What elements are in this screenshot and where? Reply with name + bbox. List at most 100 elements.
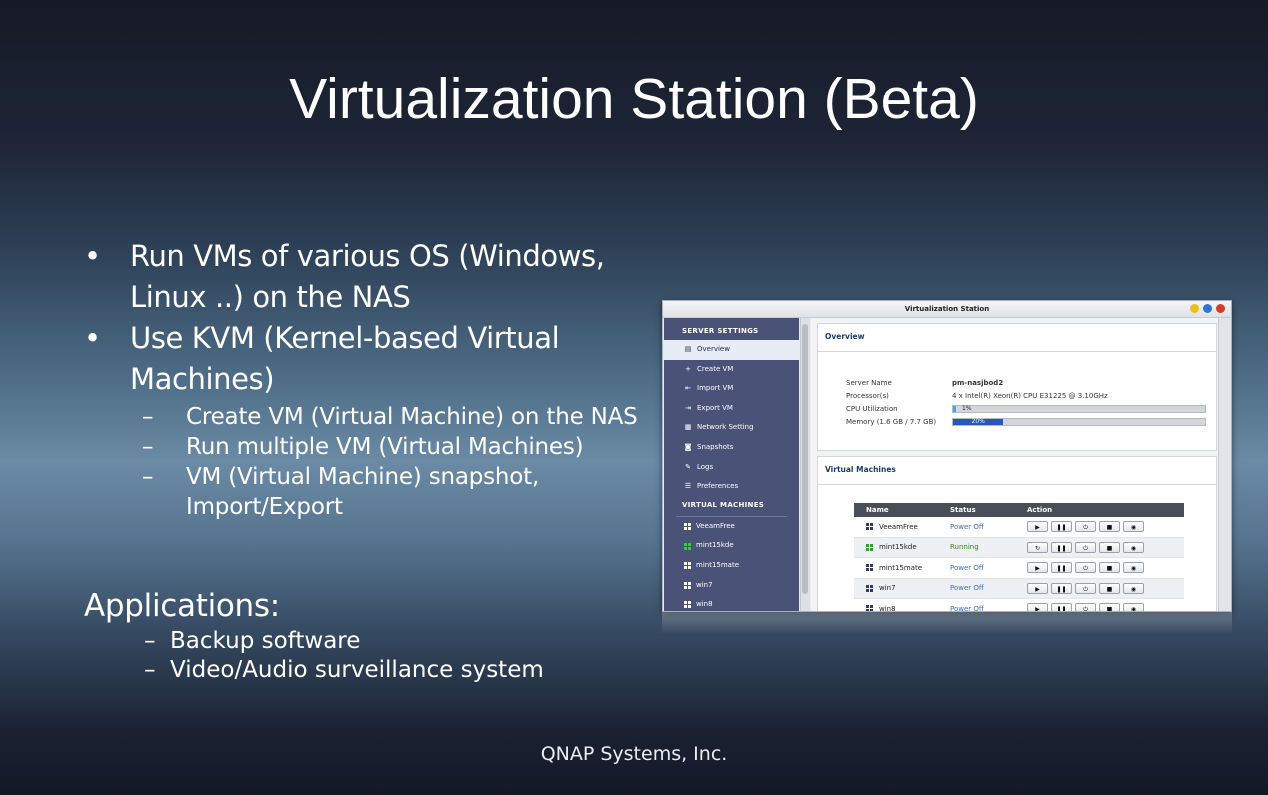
- vm-table-header: Name Status Action: [854, 503, 1184, 517]
- vm-windows-icon: [866, 605, 873, 611]
- vm-name-cell: mint15mate: [854, 564, 950, 572]
- sidebar-vm-label: win8: [696, 600, 713, 609]
- plus-icon: +: [685, 364, 691, 373]
- sidebar-item-overview[interactable]: ▤ Overview: [664, 340, 799, 360]
- sidebar-item-label: Snapshots: [697, 442, 734, 451]
- vm-windows-icon: [684, 601, 691, 609]
- window-titlebar: Virtualization Station: [663, 301, 1231, 318]
- start-icon[interactable]: ▶: [1027, 603, 1048, 611]
- pause-icon[interactable]: ❚❚: [1051, 603, 1072, 611]
- bullet-dot: •: [84, 321, 101, 355]
- pause-icon[interactable]: ❚❚: [1051, 562, 1072, 574]
- console-icon[interactable]: ◉: [1123, 541, 1144, 553]
- sidebar-vm-mint15mate[interactable]: mint15mate: [664, 556, 799, 576]
- sidebar-scrollbar[interactable]: [800, 318, 810, 611]
- main-scrollbar[interactable]: [1218, 318, 1231, 611]
- stop-icon[interactable]: ■: [1099, 562, 1120, 574]
- application-item: – Video/Audio surveillance system: [84, 656, 544, 685]
- pause-icon[interactable]: ❚❚: [1051, 521, 1072, 533]
- vm-running-icon: [684, 542, 691, 550]
- vm-windows-icon: [684, 523, 691, 531]
- sidebar-item-network-setting[interactable]: ▦ Network Setting: [664, 418, 799, 438]
- sub-bullet-text: Create VM (Virtual Machine) on the NAS: [186, 404, 638, 430]
- window-title: Virtualization Station: [904, 305, 990, 313]
- sub-bullet-list: – Create VM (Virtual Machine) on the NAS…: [84, 402, 664, 522]
- console-icon[interactable]: ◉: [1123, 582, 1144, 594]
- console-icon[interactable]: ◉: [1123, 562, 1144, 574]
- sub-bullet-text: Run multiple VM (Virtual Machines): [186, 434, 584, 460]
- vm-table: Name Status Action VeeamFree Power Off ▶ ❚❚…: [854, 503, 1184, 611]
- table-row[interactable]: VeeamFree Power Off ▶ ❚❚ ⏻ ■ ◉: [854, 517, 1184, 538]
- overview-title: Overview: [818, 324, 1216, 352]
- pause-icon[interactable]: ❚❚: [1051, 541, 1072, 553]
- sidebar-vm-win8[interactable]: win8: [664, 595, 799, 611]
- vm-actions: ↻ ❚❚ ⏻ ■ ◉: [1027, 541, 1144, 553]
- footer-company: QNAP Systems, Inc.: [540, 743, 728, 765]
- sidebar-item-create-vm[interactable]: + Create VM: [664, 360, 799, 380]
- sidebar-vm-label: win7: [696, 580, 713, 589]
- sidebar-vm-label: mint15kde: [696, 541, 734, 550]
- sidebar-scroll-thumb[interactable]: [802, 324, 808, 594]
- cpu-progress-bar: 1%: [952, 404, 1206, 413]
- vm-windows-icon: [684, 581, 691, 589]
- stop-icon[interactable]: ■: [1099, 603, 1120, 611]
- processor-value: 4 x Intel(R) Xeon(R) CPU E31225 @ 3.10GH…: [952, 391, 1108, 400]
- vm-status: Power Off: [950, 563, 984, 572]
- app-screenshot: Virtualization Station SERVER SETTINGS ▤…: [662, 300, 1232, 612]
- console-icon[interactable]: ◉: [1123, 603, 1144, 611]
- sidebar-item-logs[interactable]: ✎ Logs: [664, 458, 799, 478]
- vm-panel-title: Virtual Machines: [818, 457, 1216, 485]
- sidebar-item-preferences[interactable]: ☰ Preferences: [664, 477, 799, 497]
- stop-icon[interactable]: ■: [1099, 521, 1120, 533]
- sidebar-item-export-vm[interactable]: ⇥ Export VM: [664, 399, 799, 419]
- table-row[interactable]: win7 Power Off ▶ ❚❚ ⏻ ■ ◉: [854, 578, 1184, 599]
- main-content: Overview Server Name pm-nasjbod2 Process…: [811, 318, 1219, 611]
- sidebar-item-label: Import VM: [697, 384, 734, 393]
- sidebar-item-label: Preferences: [697, 482, 739, 491]
- processor-label: Processor(s): [846, 391, 889, 400]
- start-icon[interactable]: ▶: [1027, 562, 1048, 574]
- bullet-text: Use KVM (Kernel-based Virtual Machines): [130, 321, 560, 396]
- cpu-label: CPU Utilization: [846, 404, 898, 413]
- server-name-value: pm-nasjbod2: [952, 378, 1004, 387]
- vm-status: Power Off: [950, 522, 984, 531]
- sidebar-vm-win7[interactable]: win7: [664, 576, 799, 596]
- console-icon[interactable]: ◉: [1123, 521, 1144, 533]
- sidebar-item-label: Network Setting: [697, 423, 754, 432]
- sidebar-vm-veeamfree[interactable]: VeeamFree: [664, 517, 799, 537]
- minimize-icon[interactable]: [1190, 304, 1199, 313]
- vm-name-cell: win8: [854, 605, 950, 611]
- overview-panel: Overview Server Name pm-nasjbod2 Process…: [817, 323, 1217, 451]
- power-icon[interactable]: ⏻: [1075, 562, 1096, 574]
- vm-name-cell: mint15kde: [854, 543, 950, 551]
- power-icon[interactable]: ⏻: [1075, 582, 1096, 594]
- restore-icon[interactable]: [1203, 304, 1212, 313]
- vm-actions: ▶ ❚❚ ⏻ ■ ◉: [1027, 521, 1144, 533]
- sidebar-vm-mint15kde[interactable]: mint15kde: [664, 536, 799, 556]
- vm-windows-icon: [866, 523, 873, 531]
- start-icon[interactable]: ▶: [1027, 582, 1048, 594]
- applications-title: Applications:: [84, 588, 280, 624]
- stop-icon[interactable]: ■: [1099, 541, 1120, 553]
- vm-windows-icon: [866, 584, 873, 592]
- table-row[interactable]: win8 Power Off ▶ ❚❚ ⏻ ■ ◉: [854, 599, 1184, 611]
- restart-icon[interactable]: ↻: [1027, 541, 1048, 553]
- vm-windows-icon: [866, 564, 873, 572]
- memory-progress-bar: 20%: [952, 417, 1206, 426]
- close-icon[interactable]: [1216, 304, 1225, 313]
- network-icon: ▦: [684, 423, 692, 432]
- start-icon[interactable]: ▶: [1027, 521, 1048, 533]
- vm-name-cell: win7: [854, 584, 950, 592]
- sidebar-item-snapshots[interactable]: ◙ Snapshots: [664, 438, 799, 458]
- memory-label: Memory (1.6 GB / 7.7 GB): [846, 417, 937, 426]
- stop-icon[interactable]: ■: [1099, 582, 1120, 594]
- server-name-label: Server Name: [846, 378, 892, 387]
- table-row[interactable]: mint15kde Running ↻ ❚❚ ⏻ ■ ◉: [854, 537, 1184, 558]
- power-icon[interactable]: ⏻: [1075, 603, 1096, 611]
- power-icon[interactable]: ⏻: [1075, 521, 1096, 533]
- pause-icon[interactable]: ❚❚: [1051, 582, 1072, 594]
- table-row[interactable]: mint15mate Power Off ▶ ❚❚ ⏻ ■ ◉: [854, 558, 1184, 579]
- sidebar-item-import-vm[interactable]: ⇤ Import VM: [664, 379, 799, 399]
- memory-row: Memory (1.6 GB / 7.7 GB) 20%: [846, 415, 1206, 428]
- power-icon[interactable]: ⏻: [1075, 541, 1096, 553]
